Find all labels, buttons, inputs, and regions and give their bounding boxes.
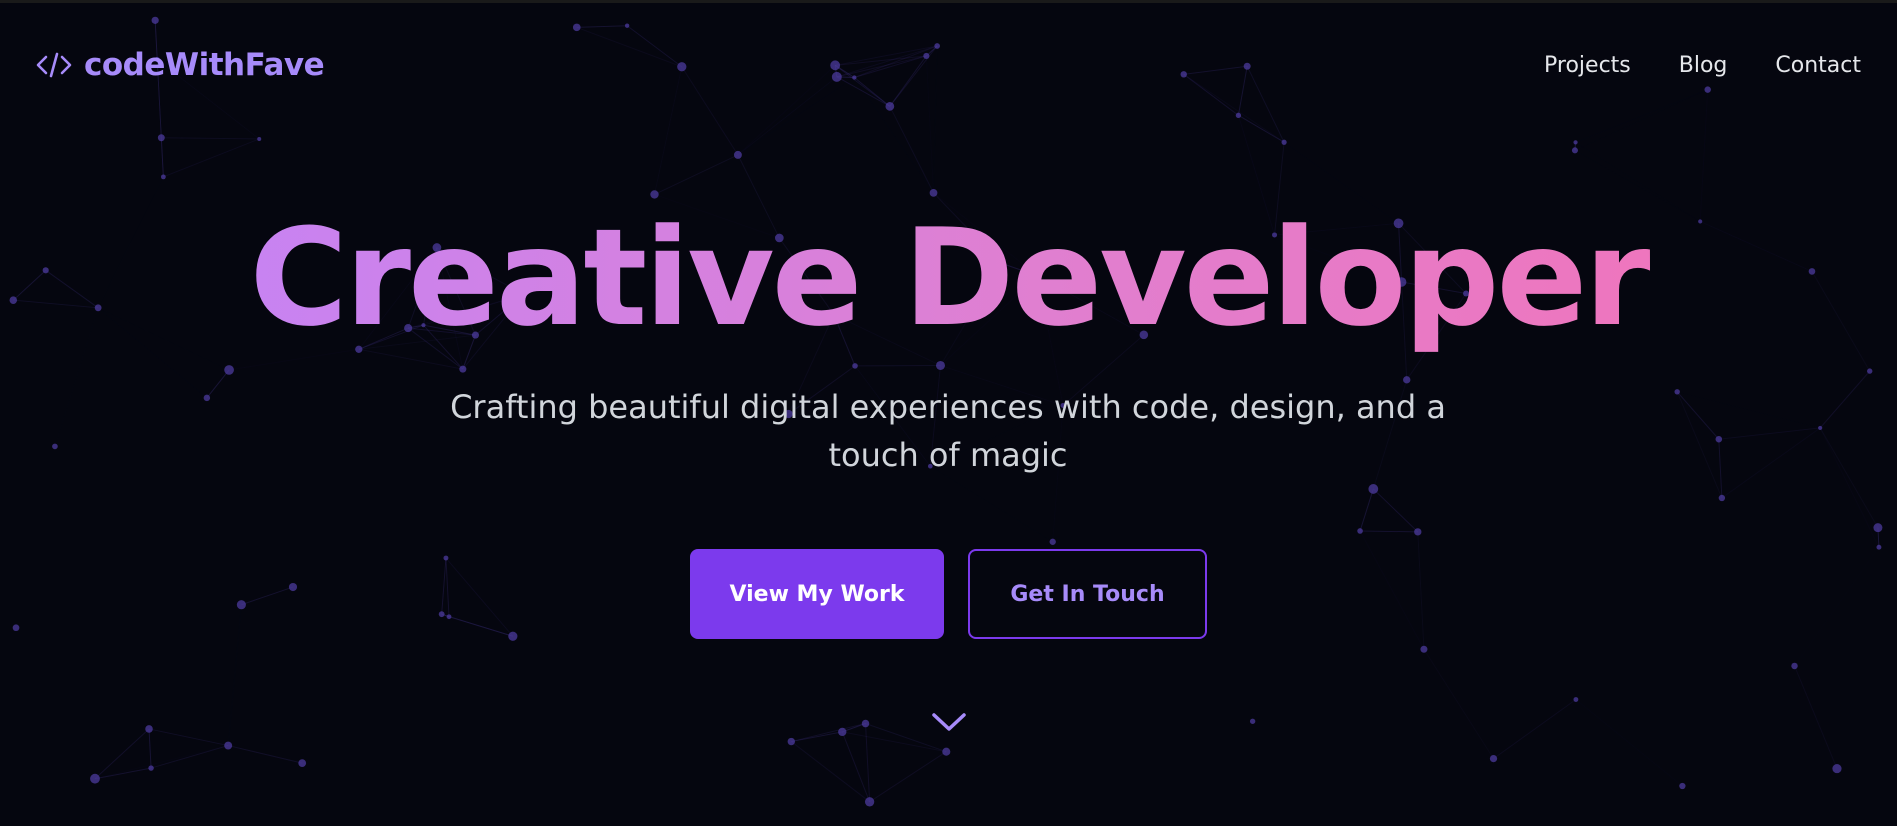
network-line xyxy=(163,138,260,178)
network-line xyxy=(94,728,150,780)
network-particle xyxy=(1249,718,1256,724)
network-particle xyxy=(1571,147,1578,154)
network-particle xyxy=(257,136,262,141)
network-particle xyxy=(1573,140,1578,145)
network-line xyxy=(1372,488,1419,533)
network-line xyxy=(1360,530,1418,533)
network-line xyxy=(1423,649,1494,759)
network-particle xyxy=(1715,435,1723,443)
network-particle xyxy=(157,134,165,142)
network-particle xyxy=(1573,697,1579,702)
network-line xyxy=(791,723,866,743)
cta-button-group: View My Work Get In Touch xyxy=(0,549,1897,639)
nav-link-blog[interactable]: Blog xyxy=(1679,53,1728,78)
nav-menu: Projects Blog Contact xyxy=(1544,53,1861,78)
hero-title: Creative Developer xyxy=(0,203,1897,353)
network-particle xyxy=(1867,368,1873,374)
network-particle xyxy=(942,747,951,756)
code-brackets-icon xyxy=(36,52,72,78)
brand-name: codeWithFave xyxy=(84,47,325,83)
network-line xyxy=(1721,427,1821,499)
network-particle xyxy=(864,797,875,807)
network-line xyxy=(1819,370,1871,429)
network-line xyxy=(1677,392,1820,428)
network-line xyxy=(1576,700,1682,787)
nav-link-projects[interactable]: Projects xyxy=(1544,53,1631,78)
network-particle xyxy=(1718,494,1726,502)
network-line xyxy=(148,728,152,769)
network-particle xyxy=(1873,523,1883,533)
network-particle xyxy=(145,725,153,733)
network-line xyxy=(1574,142,1577,151)
network-particle xyxy=(787,737,795,746)
network-line xyxy=(1819,427,1879,528)
network-particle xyxy=(224,741,233,750)
network-line xyxy=(1794,665,1838,769)
network-particle xyxy=(838,727,847,737)
chevron-down-icon[interactable] xyxy=(929,707,969,737)
network-particle xyxy=(852,363,858,369)
network-line xyxy=(1718,427,1821,440)
network-line xyxy=(1877,527,1880,548)
network-particle xyxy=(224,365,234,375)
network-particle xyxy=(459,365,467,373)
network-line xyxy=(161,137,260,140)
network-line xyxy=(148,728,229,747)
network-particle xyxy=(1489,754,1498,763)
network-line xyxy=(95,746,228,779)
network-particle xyxy=(1674,389,1680,395)
network-particle xyxy=(650,190,659,199)
network-line xyxy=(1493,699,1577,760)
network-line xyxy=(1676,391,1720,440)
network-line xyxy=(791,731,843,743)
network-line xyxy=(94,767,152,780)
network-line xyxy=(160,137,164,177)
network-line xyxy=(842,723,866,733)
network-line xyxy=(150,745,229,769)
network-line xyxy=(1819,427,1880,548)
network-particle xyxy=(1791,662,1798,670)
network-particle xyxy=(148,765,154,771)
network-line xyxy=(228,745,303,764)
network-particle xyxy=(52,443,58,450)
network-particle xyxy=(1281,139,1287,145)
hero-page: codeWithFave Projects Blog Contact Creat… xyxy=(0,0,1897,826)
network-particle xyxy=(203,394,211,402)
nav-link-contact[interactable]: Contact xyxy=(1775,53,1861,78)
hero-subtitle: Crafting beautiful digital experiences w… xyxy=(450,388,1446,474)
network-particle xyxy=(861,719,870,728)
network-line xyxy=(790,741,870,803)
network-line xyxy=(1676,391,1723,499)
network-particle xyxy=(90,773,100,784)
brand-logo-link[interactable]: codeWithFave xyxy=(36,47,325,83)
network-particle xyxy=(733,150,742,159)
network-line xyxy=(1718,439,1723,498)
network-particle xyxy=(1357,528,1363,534)
network-particle xyxy=(929,189,938,197)
network-particle xyxy=(1049,538,1056,545)
network-line xyxy=(206,369,230,399)
network-line xyxy=(654,154,739,195)
network-line xyxy=(1359,488,1374,532)
network-line xyxy=(841,731,871,802)
network-particle xyxy=(935,360,946,370)
network-particle xyxy=(1420,645,1428,653)
network-particle xyxy=(1368,484,1379,494)
network-line xyxy=(869,751,947,803)
network-line xyxy=(865,723,871,802)
network-particle xyxy=(160,174,166,180)
network-particle xyxy=(1679,782,1686,790)
network-particle xyxy=(298,759,307,767)
network-particle xyxy=(1818,425,1823,431)
network-particle xyxy=(1832,763,1842,774)
navbar: codeWithFave Projects Blog Contact xyxy=(0,3,1897,133)
get-in-touch-button[interactable]: Get In Touch xyxy=(968,549,1207,639)
view-my-work-button[interactable]: View My Work xyxy=(690,549,944,639)
network-particle xyxy=(1414,528,1422,536)
